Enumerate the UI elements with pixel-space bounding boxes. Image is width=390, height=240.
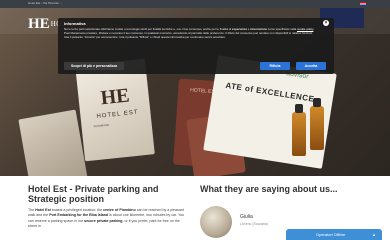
intro-paragraph: The Hotel Est boasts a privileged locati…	[28, 208, 185, 229]
brochure-location: Portoferraio	[93, 122, 110, 129]
section-title-parking: Hotel Est - Private parking and Strategi…	[28, 184, 159, 205]
reject-button[interactable]: Rifiuta	[260, 62, 290, 70]
top-info-bar: Hotel Est - Via Pinerolo ...	[0, 0, 390, 8]
cookie-dialog-title: Informativa	[64, 21, 86, 26]
brochure-back	[18, 109, 88, 176]
live-chat-widget[interactable]: Operatori Offline ▲	[286, 229, 382, 240]
reviewer-name: Giulia	[240, 214, 253, 220]
learn-more-button[interactable]: Scopri di più e personalizza	[64, 62, 124, 70]
accept-button[interactable]: Accetta	[296, 62, 326, 70]
cookie-consent-dialog: Informativa × Noi e terze parti selezion…	[58, 18, 334, 74]
brochure-front: HE HOTEL EST Portoferraio	[75, 58, 155, 162]
section-title-reviews: What they are saying about us...	[200, 184, 338, 194]
logo-mark: HE	[28, 15, 50, 32]
reviewer-location: Livorno (Toscana)	[240, 222, 268, 226]
toiletry-bottle	[292, 104, 306, 156]
operator-status-label: Operatori Offline	[316, 232, 346, 237]
hero-section: HEHOTEL HE HOTEL EST Portoferraio HOTEL …	[0, 8, 390, 176]
close-icon[interactable]: ×	[323, 20, 329, 26]
certificate-text: ATE of EXCELLENCE	[224, 80, 315, 104]
chevron-up-icon[interactable]: ▲	[372, 229, 376, 240]
reviewer-photo	[200, 206, 232, 238]
uk-flag-icon[interactable]	[360, 2, 366, 6]
toiletry-bottle	[310, 98, 324, 150]
cookie-dialog-text: Noi e terze parti selezionate utilizziam…	[64, 27, 315, 39]
brochure-logo-text: HOTEL EST	[96, 109, 139, 120]
brochure-logo-mark: HE	[99, 84, 131, 110]
top-info-text: Hotel Est - Via Pinerolo ...	[28, 1, 63, 5]
